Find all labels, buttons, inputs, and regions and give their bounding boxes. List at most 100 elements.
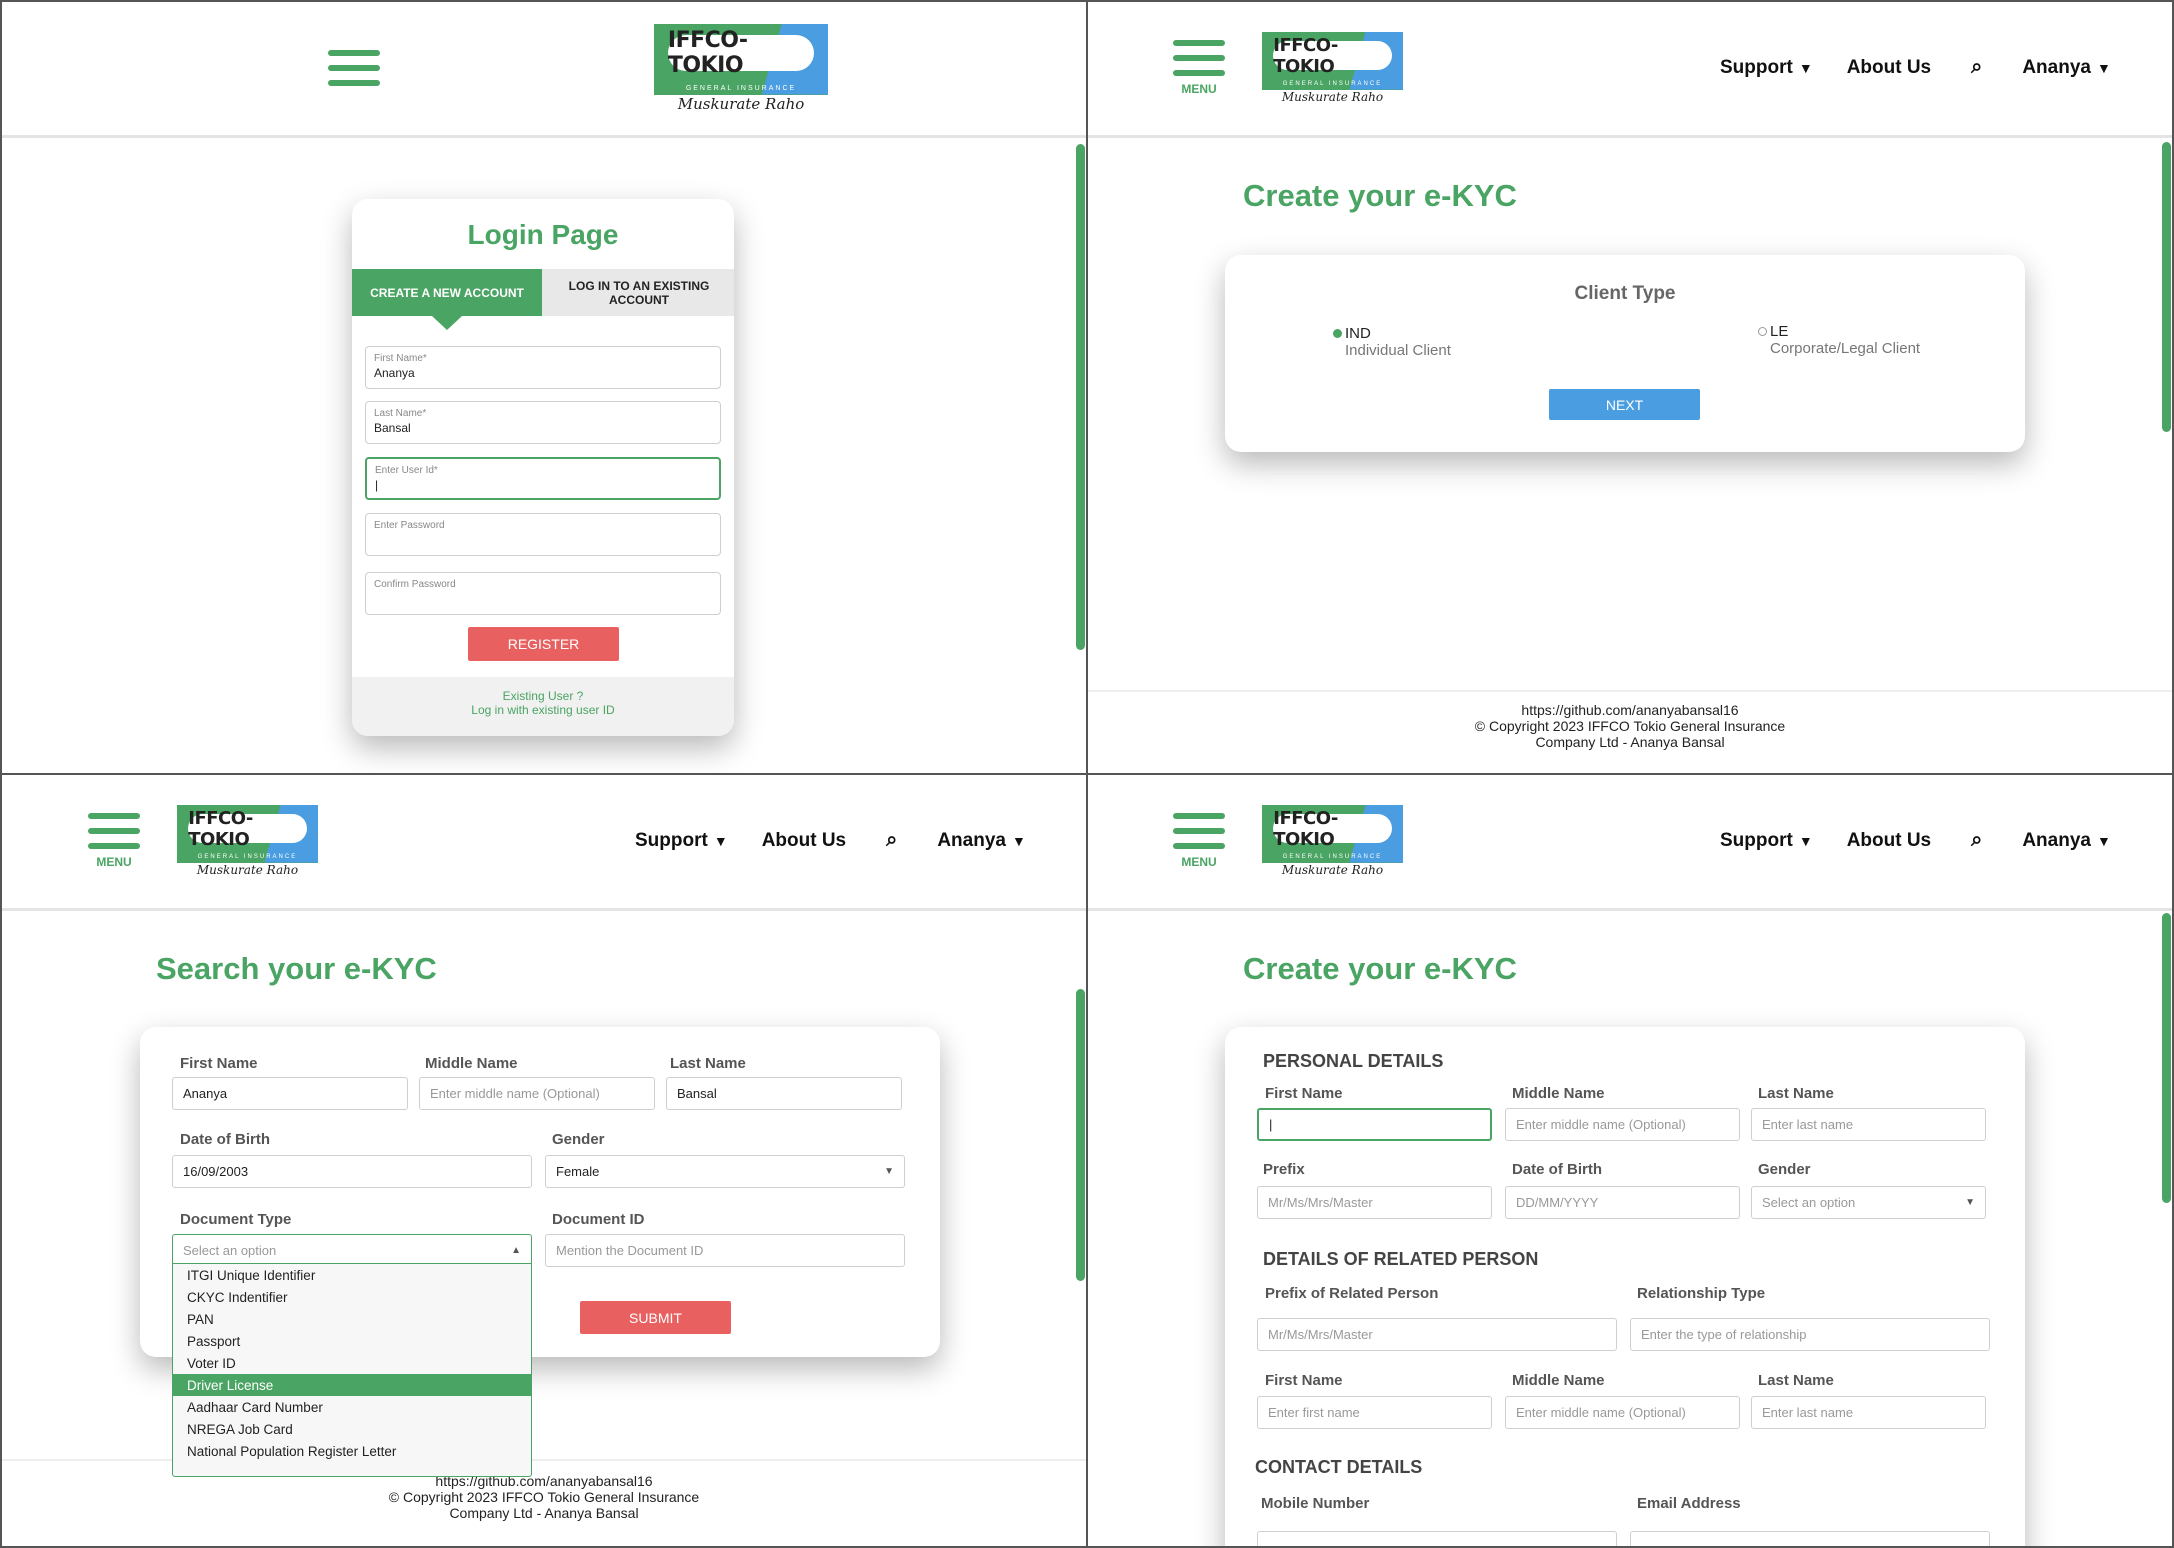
scrollbar[interactable] [2162,913,2171,1203]
tab-login-existing[interactable]: LOG IN TO AN EXISTING ACCOUNT [544,269,734,316]
dropdown-option[interactable]: CKYC Indentifier [173,1286,531,1308]
search-icon[interactable]: ⌕ [1971,829,1982,852]
footer: https://github.com/ananyabansal16 © Copy… [1088,690,2172,773]
nav-about[interactable]: About Us [1847,830,1931,852]
last-name-input[interactable]: Enter last name [1751,1108,1986,1141]
doc-id-input[interactable]: Mention the Document ID [545,1234,905,1267]
menu-label: MENU [96,855,132,869]
nav-support[interactable]: Support ▼ [1720,830,1813,852]
nav-support[interactable]: Support ▼ [635,830,728,852]
rel-last-name-label: Last Name [1758,1372,1834,1389]
first-name-label: First Name [180,1055,258,1072]
menu-button[interactable]: MENU [1173,40,1225,105]
rel-prefix-label: Prefix of Related Person [1265,1285,1439,1302]
user-menu[interactable]: Ananya ▼ [2022,830,2111,852]
dropdown-option[interactable]: Aadhaar Card Number [173,1396,531,1418]
user-id-field[interactable]: Enter User Id* | [365,457,721,500]
gender-select[interactable]: Select an option ▼ [1751,1186,1986,1219]
radio-ind-desc: Individual Client [1345,342,1451,359]
page-title: Search your e-KYC [156,951,437,986]
tab-create-account[interactable]: CREATE A NEW ACCOUNT [352,269,542,316]
prefix-input[interactable]: Mr/Ms/Mrs/Master [1257,1186,1492,1219]
email-input[interactable] [1630,1531,1990,1546]
chevron-down-icon: ▼ [1798,832,1813,849]
rel-type-input[interactable]: Enter the type of relationship [1630,1318,1990,1351]
last-name-field[interactable]: Last Name* Bansal [365,401,721,444]
gender-placeholder: Select an option [1762,1195,1856,1210]
password-label: Enter Password [374,520,445,531]
radio-ind-dot [1333,329,1342,338]
header: MENU IFFCO-TOKIO GENERAL INSURANCE Musku… [1088,775,2172,911]
radio-le[interactable]: LE Corporate/Legal Client [1758,323,1920,357]
page-title: Create your e-KYC [1243,951,1517,986]
rel-first-name-label: First Name [1265,1372,1343,1389]
mobile-input[interactable] [1257,1531,1617,1546]
menu-button[interactable]: MENU [1173,813,1225,878]
page-title: Create your e-KYC [1243,178,1517,213]
company-logo: IFFCO-TOKIO GENERAL INSURANCE Muskurate … [1262,32,1403,112]
rel-prefix-input[interactable]: Mr/Ms/Mrs/Master [1257,1318,1617,1351]
first-name-field[interactable]: First Name* Ananya [365,346,721,389]
register-button[interactable]: REGISTER [468,627,619,661]
dropdown-option[interactable]: Voter ID [173,1352,531,1374]
menu-icon[interactable] [328,50,380,95]
user-id-label: Enter User Id* [375,465,438,476]
rel-type-label: Relationship Type [1637,1285,1766,1302]
client-type-screen: MENU IFFCO-TOKIO GENERAL INSURANCE Musku… [1087,0,2174,774]
footer-link[interactable]: https://github.com/ananyabansal16 [1088,702,2172,718]
user-menu[interactable]: Ananya ▼ [937,830,1026,852]
dob-input[interactable]: DD/MM/YYYY [1505,1186,1740,1219]
doc-type-placeholder: Select an option [183,1243,277,1258]
tab-create-label: CREATE A NEW ACCOUNT [370,285,524,300]
nav-about[interactable]: About Us [1847,57,1931,79]
last-name-label: Last Name [670,1055,746,1072]
chevron-down-icon: ▼ [2096,832,2111,849]
nav-support[interactable]: Support ▼ [1720,57,1813,79]
first-name-input[interactable]: Ananya [172,1077,408,1110]
contact-details-heading: CONTACT DETAILS [1255,1457,1423,1477]
rel-last-name-input[interactable]: Enter last name [1751,1396,1986,1429]
first-name-input[interactable]: | [1257,1108,1492,1141]
dropdown-option[interactable]: Passport [173,1330,531,1352]
nav-about[interactable]: About Us [762,830,846,852]
password-field[interactable]: Enter Password [365,513,721,556]
header: MENU IFFCO-TOKIO GENERAL INSURANCE Musku… [2,775,1086,911]
menu-button[interactable]: MENU [88,813,140,878]
submit-button[interactable]: SUBMIT [580,1301,731,1334]
scrollbar[interactable] [1076,144,1085,650]
dob-input[interactable]: 16/09/2003 [172,1155,532,1188]
user-menu[interactable]: Ananya ▼ [2022,57,2111,79]
search-icon[interactable]: ⌕ [886,829,897,852]
gender-select[interactable]: Female ▼ [545,1155,905,1188]
middle-name-input[interactable]: Enter middle name (Optional) [1505,1108,1740,1141]
rel-first-name-input[interactable]: Enter first name [1257,1396,1492,1429]
email-label: Email Address [1637,1495,1741,1512]
rel-middle-name-input[interactable]: Enter middle name (Optional) [1505,1396,1740,1429]
dob-label: Date of Birth [1512,1161,1602,1178]
tab-login-label: LOG IN TO AN EXISTING ACCOUNT [568,278,710,307]
first-name-label: First Name* [374,353,427,364]
dropdown-option[interactable]: National Population Register Letter [173,1440,531,1462]
prefix-label: Prefix [1263,1161,1305,1178]
dropdown-option[interactable]: NREGA Job Card [173,1418,531,1440]
search-icon[interactable]: ⌕ [1971,56,1982,79]
mobile-label: Mobile Number [1261,1495,1370,1512]
last-name-input[interactable]: Bansal [666,1077,902,1110]
footer-link[interactable]: https://github.com/ananyabansal16 [2,1473,1086,1489]
user-id-value: | [375,478,379,492]
scrollbar[interactable] [1076,989,1085,1281]
footer: https://github.com/ananyabansal16 © Copy… [2,1459,1086,1546]
dropdown-option[interactable]: PAN [173,1308,531,1330]
scrollbar[interactable] [2162,142,2171,432]
middle-name-input[interactable]: Enter middle name (Optional) [419,1077,655,1110]
existing-user-link[interactable]: Log in with existing user ID [352,703,734,717]
chevron-down-icon: ▼ [1965,1197,1975,1208]
confirm-password-field[interactable]: Confirm Password [365,572,721,615]
dropdown-option[interactable]: Driver License [173,1374,531,1396]
doc-type-label: Document Type [180,1211,292,1228]
next-button[interactable]: NEXT [1549,389,1700,420]
dropdown-option[interactable]: ITGI Unique Identifier [173,1264,531,1286]
radio-ind[interactable]: IND Individual Client [1333,325,1451,359]
chevron-up-icon: ▲ [511,1245,521,1256]
chevron-down-icon: ▼ [713,832,728,849]
